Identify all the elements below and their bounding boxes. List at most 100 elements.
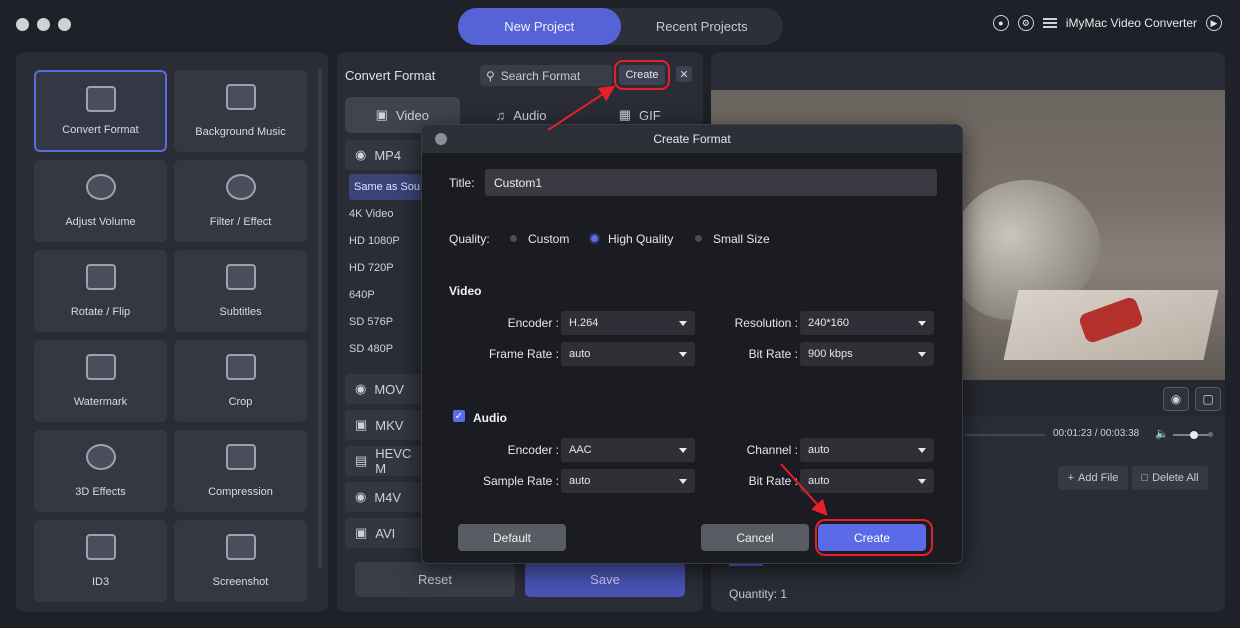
- highlight-ring: [815, 519, 933, 556]
- select-value: auto: [569, 475, 591, 487]
- tools-scrollbar[interactable]: [318, 68, 322, 568]
- video-encoder-label: Encoder :: [507, 316, 559, 330]
- add-file-button[interactable]: + Add File: [1058, 466, 1128, 490]
- audio-encoder-label: Encoder :: [507, 443, 559, 457]
- category-m4v[interactable]: ◉ M4V: [345, 482, 425, 512]
- preset-576p[interactable]: SD 576P: [349, 316, 393, 328]
- category-hevc[interactable]: ▤ HEVC M: [345, 446, 425, 476]
- category-avi[interactable]: ▣ AVI: [345, 518, 425, 548]
- tool-adjust-volume[interactable]: Adjust Volume: [34, 160, 167, 242]
- volume-icon[interactable]: 🔈: [1155, 427, 1169, 440]
- quality-option-label[interactable]: Small Size: [713, 232, 770, 246]
- tool-background-music[interactable]: Background Music: [174, 70, 307, 152]
- select-value: auto: [808, 475, 830, 487]
- audio-encoder-select[interactable]: AAC: [561, 438, 695, 462]
- resolution-select[interactable]: 240*160: [800, 311, 934, 335]
- tool-watermark[interactable]: Watermark: [34, 340, 167, 422]
- chevron-down-icon: [918, 479, 926, 484]
- category-label: HEVC M: [375, 446, 412, 476]
- cancel-button[interactable]: Cancel: [701, 524, 809, 551]
- compression-icon: [225, 444, 256, 470]
- tool-label: Filter / Effect: [209, 216, 272, 228]
- video-section-title: Video: [449, 284, 482, 298]
- delete-all-button[interactable]: □ Delete All: [1132, 466, 1208, 490]
- audio-checkbox[interactable]: ✓: [453, 410, 465, 422]
- dialog-title: Create Format: [653, 132, 731, 146]
- tool-label: Subtitles: [219, 306, 262, 318]
- chevron-down-icon: [918, 448, 926, 453]
- preset-same-as-source[interactable]: Same as Sou: [349, 174, 421, 200]
- subtitles-icon: [225, 264, 256, 290]
- audio-bit-rate-label: Bit Rate :: [748, 474, 798, 488]
- quality-option-label[interactable]: High Quality: [608, 232, 673, 246]
- chevron-down-icon: [679, 352, 687, 357]
- close-window-button[interactable]: [16, 18, 29, 31]
- tool-compression[interactable]: Compression: [174, 430, 307, 512]
- preset-4k[interactable]: 4K Video: [349, 208, 393, 220]
- default-button[interactable]: Default: [458, 524, 566, 551]
- search-input[interactable]: ⚲ Search Format: [480, 65, 612, 86]
- camera-icon[interactable]: ◉: [1163, 387, 1189, 411]
- category-label: AVI: [375, 525, 396, 541]
- tool-label: Crop: [228, 396, 253, 408]
- volume-slider-handle[interactable]: [1190, 431, 1198, 439]
- minimize-window-button[interactable]: [37, 18, 50, 31]
- user-icon[interactable]: ●: [992, 15, 1009, 31]
- chevron-down-icon: [679, 321, 687, 326]
- tool-label: Background Music: [195, 126, 286, 138]
- sample-rate-label: Sample Rate :: [482, 474, 559, 488]
- tool-rotate-flip[interactable]: Rotate / Flip: [34, 250, 167, 332]
- tool-convert-format[interactable]: Convert Format: [34, 70, 167, 152]
- preset-480p[interactable]: SD 480P: [349, 343, 393, 355]
- trash-icon: □: [1141, 472, 1149, 484]
- playback-timeline[interactable]: [965, 434, 1045, 436]
- tool-filter-effect[interactable]: Filter / Effect: [174, 160, 307, 242]
- volume-slider-end: [1208, 432, 1213, 437]
- save-button[interactable]: Save: [525, 562, 685, 597]
- channel-label: Channel :: [746, 443, 798, 457]
- preset-640p[interactable]: 640P: [349, 289, 375, 301]
- quality-label: Quality:: [449, 232, 490, 246]
- audio-bit-rate-select[interactable]: auto: [800, 469, 934, 493]
- tool-id3[interactable]: ID3: [34, 520, 167, 602]
- select-value: 900 kbps: [808, 348, 853, 360]
- category-label: MOV: [374, 381, 404, 397]
- preset-1080p[interactable]: HD 1080P: [349, 235, 400, 247]
- music-icon: [225, 84, 256, 110]
- channel-select[interactable]: auto: [800, 438, 934, 462]
- video-encoder-select[interactable]: H.264: [561, 311, 695, 335]
- reset-button[interactable]: Reset: [355, 562, 515, 597]
- tool-3d-effects[interactable]: 3D Effects: [34, 430, 167, 512]
- zoom-window-button[interactable]: [58, 18, 71, 31]
- video-bit-rate-select[interactable]: 900 kbps: [800, 342, 934, 366]
- frame-rate-label: Frame Rate :: [488, 347, 559, 361]
- fullscreen-icon[interactable]: ▢: [1195, 387, 1221, 411]
- menu-icon[interactable]: [1042, 18, 1057, 28]
- app-title: iMyMac Video Converter: [1065, 16, 1197, 30]
- close-icon[interactable]: ✕: [676, 66, 692, 82]
- quality-option-label[interactable]: Custom: [528, 232, 569, 246]
- frame-rate-select[interactable]: auto: [561, 342, 695, 366]
- tab-label: GIF: [638, 107, 661, 123]
- tab-recent-projects[interactable]: Recent Projects: [621, 8, 784, 45]
- quality-radio-small[interactable]: [695, 235, 702, 242]
- tool-screenshot[interactable]: Screenshot: [174, 520, 307, 602]
- preset-720p[interactable]: HD 720P: [349, 262, 394, 274]
- tool-label: Screenshot: [212, 576, 269, 588]
- category-label: M4V: [374, 489, 402, 505]
- category-mkv[interactable]: ▣ MKV: [345, 410, 425, 440]
- tool-subtitles[interactable]: Subtitles: [174, 250, 307, 332]
- gear-icon[interactable]: ⚙: [1017, 15, 1034, 31]
- window-controls: [16, 18, 71, 31]
- title-field[interactable]: Custom1: [485, 169, 937, 196]
- crop-icon: [225, 354, 256, 380]
- tool-crop[interactable]: Crop: [174, 340, 307, 422]
- quality-radio-custom[interactable]: [510, 235, 517, 242]
- category-label: MP4: [374, 147, 402, 163]
- tab-new-project[interactable]: New Project: [458, 8, 621, 45]
- category-mp4[interactable]: ◉ MP4: [345, 140, 425, 170]
- sample-rate-select[interactable]: auto: [561, 469, 695, 493]
- audio-section-title: Audio: [473, 411, 507, 425]
- quality-radio-high[interactable]: [591, 235, 598, 242]
- category-mov[interactable]: ◉ MOV: [345, 374, 425, 404]
